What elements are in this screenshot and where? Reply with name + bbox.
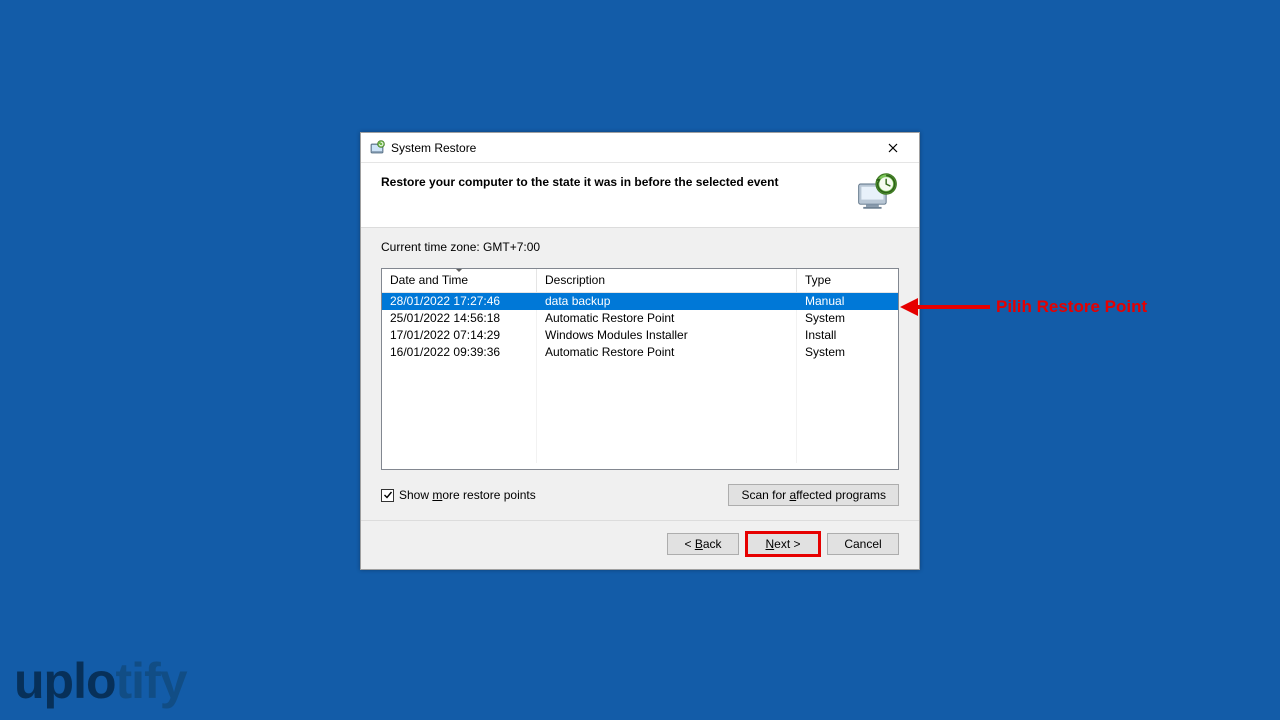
col-header-date[interactable]: Date and Time [382,269,537,292]
restore-points-list[interactable]: Date and Time Description Type 28/01/202… [381,268,899,470]
next-button[interactable]: Next > [747,533,819,555]
cell-date: 16/01/2022 09:39:36 [382,344,537,361]
checkbox-icon [381,489,394,502]
titlebar: System Restore [361,133,919,163]
cell-date: 17/01/2022 07:14:29 [382,327,537,344]
cell-type: System [797,310,898,327]
cell-description: Windows Modules Installer [537,327,797,344]
annotation-arrow: Pilih Restore Point [900,297,1147,317]
cell-type: Install [797,327,898,344]
cell-date: 28/01/2022 17:27:46 [382,293,537,310]
show-more-checkbox[interactable]: Show more restore points [381,488,536,502]
sort-indicator-icon [455,268,463,272]
show-more-label: Show more restore points [399,488,536,502]
list-header: Date and Time Description Type [382,269,898,293]
watermark: uplotify [14,652,187,710]
col-header-type[interactable]: Type [797,269,898,292]
restore-graphic-icon [855,173,899,213]
cell-description: data backup [537,293,797,310]
cell-type: Manual [797,293,898,310]
list-footer-row: Show more restore points Scan for affect… [381,484,899,506]
window-title: System Restore [391,141,873,155]
table-row[interactable]: 17/01/2022 07:14:29Windows Modules Insta… [382,327,898,344]
close-icon [888,143,898,153]
col-header-description[interactable]: Description [537,269,797,292]
timezone-label: Current time zone: GMT+7:00 [381,240,899,254]
cell-description: Automatic Restore Point [537,344,797,361]
scan-affected-button[interactable]: Scan for affected programs [728,484,899,506]
dialog-footer: < Back Next > Cancel [361,520,919,569]
cell-date: 25/01/2022 14:56:18 [382,310,537,327]
cancel-button[interactable]: Cancel [827,533,899,555]
system-restore-icon [369,140,385,156]
table-row[interactable]: 28/01/2022 17:27:46data backupManual [382,293,898,310]
dialog-body: Current time zone: GMT+7:00 Date and Tim… [361,228,919,520]
annotation-label: Pilih Restore Point [996,297,1147,317]
cell-description: Automatic Restore Point [537,310,797,327]
header-area: Restore your computer to the state it wa… [361,163,919,228]
system-restore-dialog: System Restore Restore your computer to … [360,132,920,570]
table-row[interactable]: 16/01/2022 09:39:36Automatic Restore Poi… [382,344,898,361]
instruction-text: Restore your computer to the state it wa… [381,173,845,189]
back-button[interactable]: < Back [667,533,739,555]
close-button[interactable] [873,134,913,162]
cell-type: System [797,344,898,361]
table-row[interactable]: 25/01/2022 14:56:18Automatic Restore Poi… [382,310,898,327]
